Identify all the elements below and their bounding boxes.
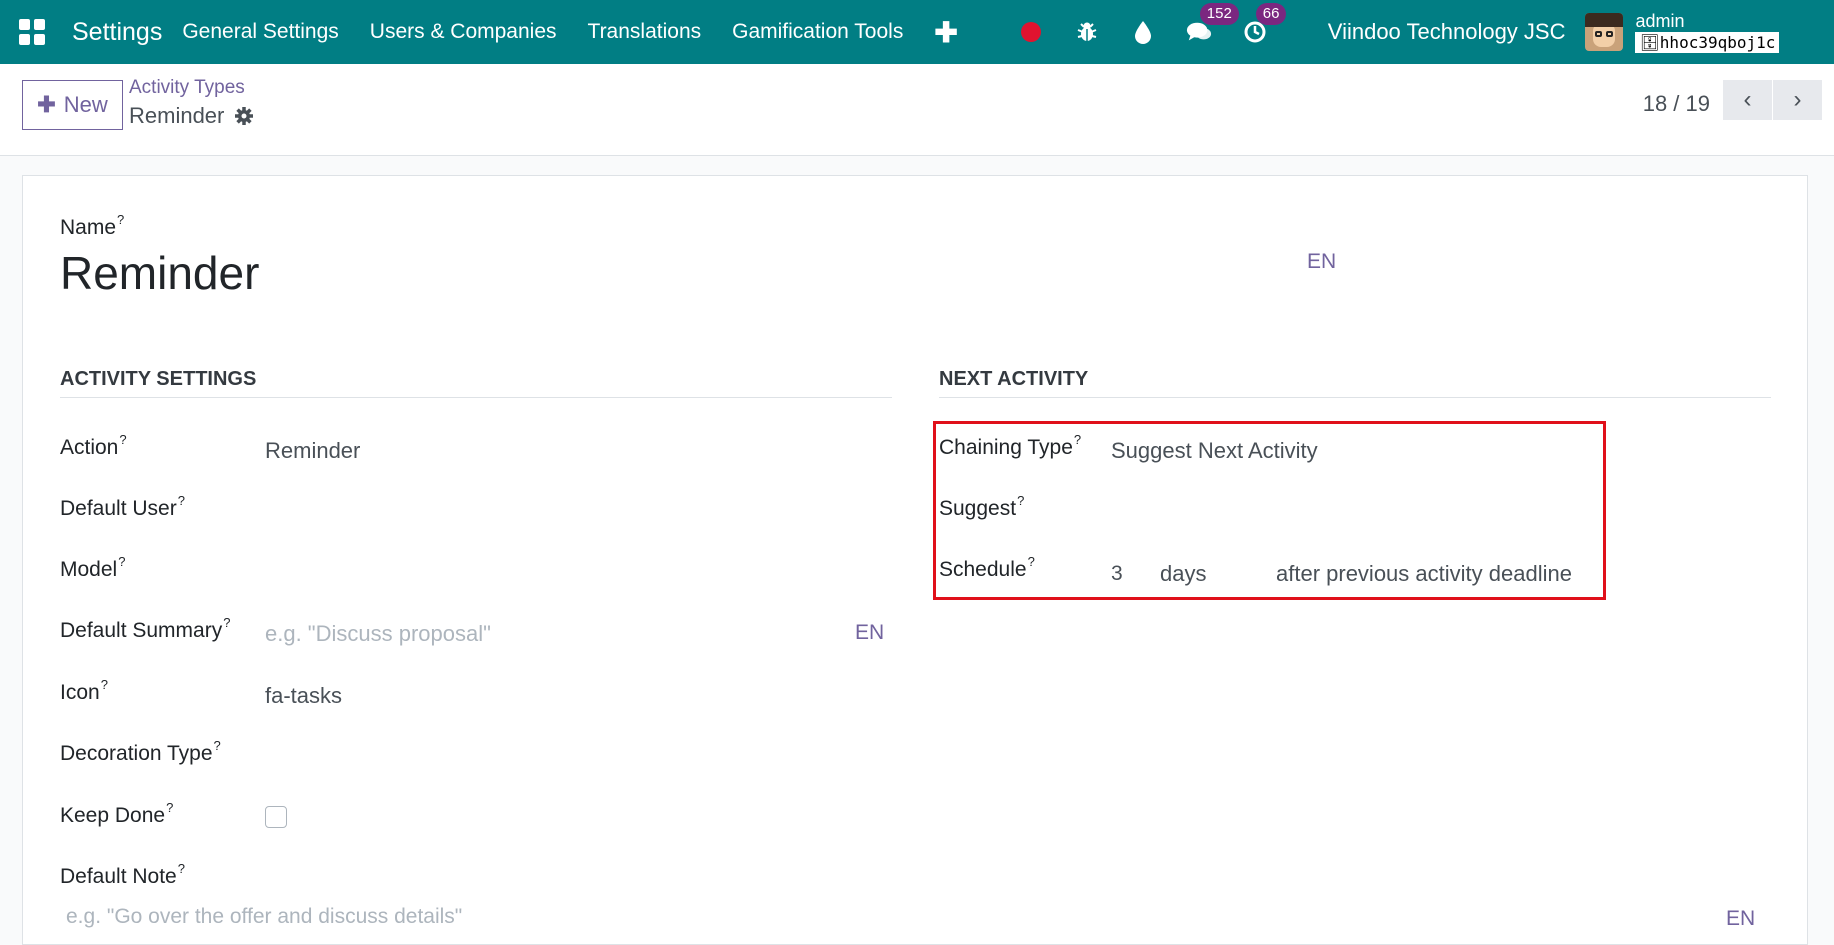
name-field[interactable]: Reminder <box>60 246 259 300</box>
activities-badge: 66 <box>1255 3 1287 25</box>
default-note-input[interactable]: e.g. "Go over the offer and discuss deta… <box>66 905 462 929</box>
form-sheet: Name? Reminder EN ACTIVITY SETTINGS NEXT… <box>22 175 1808 945</box>
database-icon: 🗄 <box>1639 32 1660 52</box>
default-note-label: Default Note? <box>60 861 185 888</box>
chevron-left-icon: ‹ <box>1743 86 1752 113</box>
database-tag: 🗄hhoc39qboj1c <box>1635 31 1780 53</box>
menu-gamification-tools[interactable]: Gamification Tools <box>732 20 903 44</box>
icon-label: Icon? <box>60 677 108 704</box>
keep-done-label: Keep Done? <box>60 800 174 827</box>
default-summary-label: Default Summary? <box>60 615 231 642</box>
action-label: Action? <box>60 432 127 459</box>
pager-value[interactable]: 18 / 19 <box>1643 84 1710 124</box>
name-label: Name? <box>60 212 125 239</box>
new-button-label: New <box>63 92 108 117</box>
action-field[interactable]: Reminder <box>265 438 360 464</box>
drop-icon[interactable] <box>1130 19 1156 45</box>
control-panel: ✚ New Activity Types Reminder 18 / 19 ‹ … <box>0 64 1834 156</box>
new-button[interactable]: ✚ New <box>22 80 123 130</box>
plus-icon[interactable]: ✚ <box>934 16 957 49</box>
summary-lang-button[interactable]: EN <box>855 621 884 645</box>
default-user-label: Default User? <box>60 493 185 520</box>
menu-users-companies[interactable]: Users & Companies <box>370 20 557 44</box>
chevron-right-icon: › <box>1793 86 1802 113</box>
company-switcher[interactable]: Viindoo Technology JSC <box>1328 19 1566 45</box>
name-lang-button[interactable]: EN <box>1307 250 1336 274</box>
messages-badge: 152 <box>1199 3 1239 25</box>
pager-next-button[interactable]: › <box>1773 80 1822 120</box>
decoration-type-label: Decoration Type? <box>60 738 221 765</box>
activities-icon[interactable]: 66 <box>1242 3 1287 45</box>
note-lang-button[interactable]: EN <box>1726 907 1755 931</box>
menu-translations[interactable]: Translations <box>588 20 702 44</box>
user-menu[interactable]: admin 🗄hhoc39qboj1c <box>1635 10 1780 53</box>
apps-menu-icon[interactable] <box>0 0 64 64</box>
messages-icon[interactable]: 152 <box>1186 3 1239 45</box>
breadcrumb-current: Reminder <box>129 103 254 129</box>
gear-icon[interactable] <box>234 106 254 126</box>
activity-settings-title: ACTIVITY SETTINGS <box>60 368 892 398</box>
breadcrumb: Activity Types Reminder <box>129 77 254 129</box>
next-activity-title: NEXT ACTIVITY <box>939 368 1771 398</box>
avatar[interactable] <box>1585 13 1624 51</box>
model-label: Model? <box>60 554 126 581</box>
menu-general-settings[interactable]: General Settings <box>182 20 338 44</box>
pager-previous-button[interactable]: ‹ <box>1723 80 1772 120</box>
breadcrumb-activity-types[interactable]: Activity Types <box>129 77 254 99</box>
plus-icon: ✚ <box>37 92 56 117</box>
highlight-box <box>933 421 1606 600</box>
user-name: admin <box>1635 10 1685 31</box>
record-icon[interactable] <box>1018 19 1044 45</box>
default-summary-input[interactable]: e.g. "Discuss proposal" <box>265 621 491 647</box>
bug-icon[interactable] <box>1074 19 1100 45</box>
icon-field[interactable]: fa-tasks <box>265 683 342 709</box>
app-brand[interactable]: Settings <box>72 18 162 47</box>
top-navbar: Settings General Settings Users & Compan… <box>0 0 1834 64</box>
keep-done-checkbox[interactable] <box>265 806 287 828</box>
